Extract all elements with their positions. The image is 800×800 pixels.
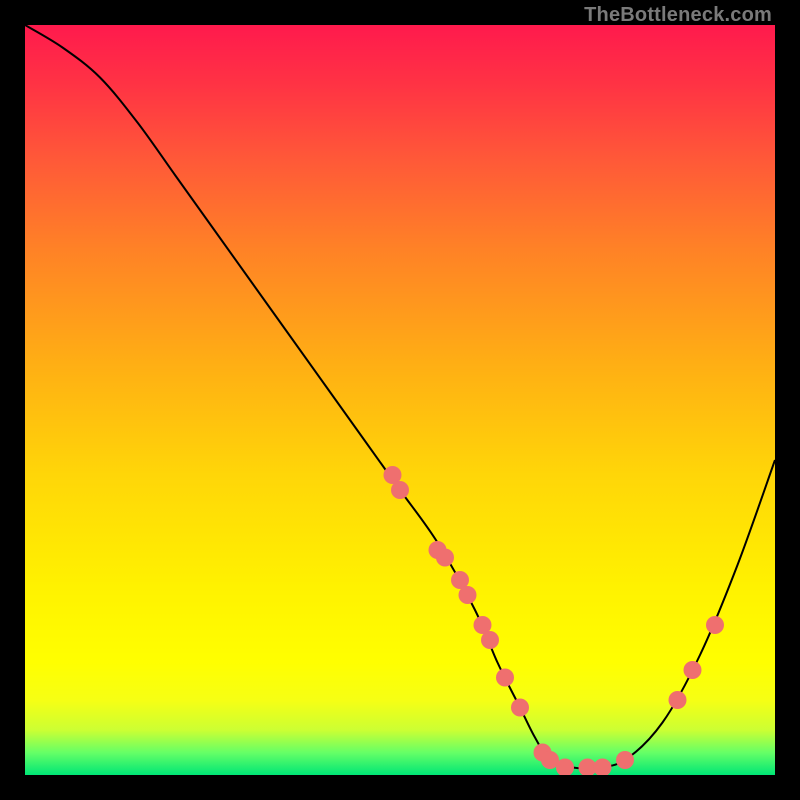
data-point <box>436 549 454 567</box>
data-point <box>594 759 612 776</box>
chart-container <box>25 25 775 775</box>
watermark-label: TheBottleneck.com <box>584 4 772 27</box>
data-point <box>669 691 687 709</box>
chart-scatter-points <box>384 466 725 775</box>
data-point <box>684 661 702 679</box>
data-point <box>616 751 634 769</box>
data-point <box>391 481 409 499</box>
data-point <box>481 631 499 649</box>
chart-curve <box>25 25 775 768</box>
data-point <box>496 669 514 687</box>
curve-path <box>25 25 775 768</box>
data-point <box>706 616 724 634</box>
chart-svg <box>25 25 775 775</box>
data-point <box>511 699 529 717</box>
data-point <box>459 586 477 604</box>
